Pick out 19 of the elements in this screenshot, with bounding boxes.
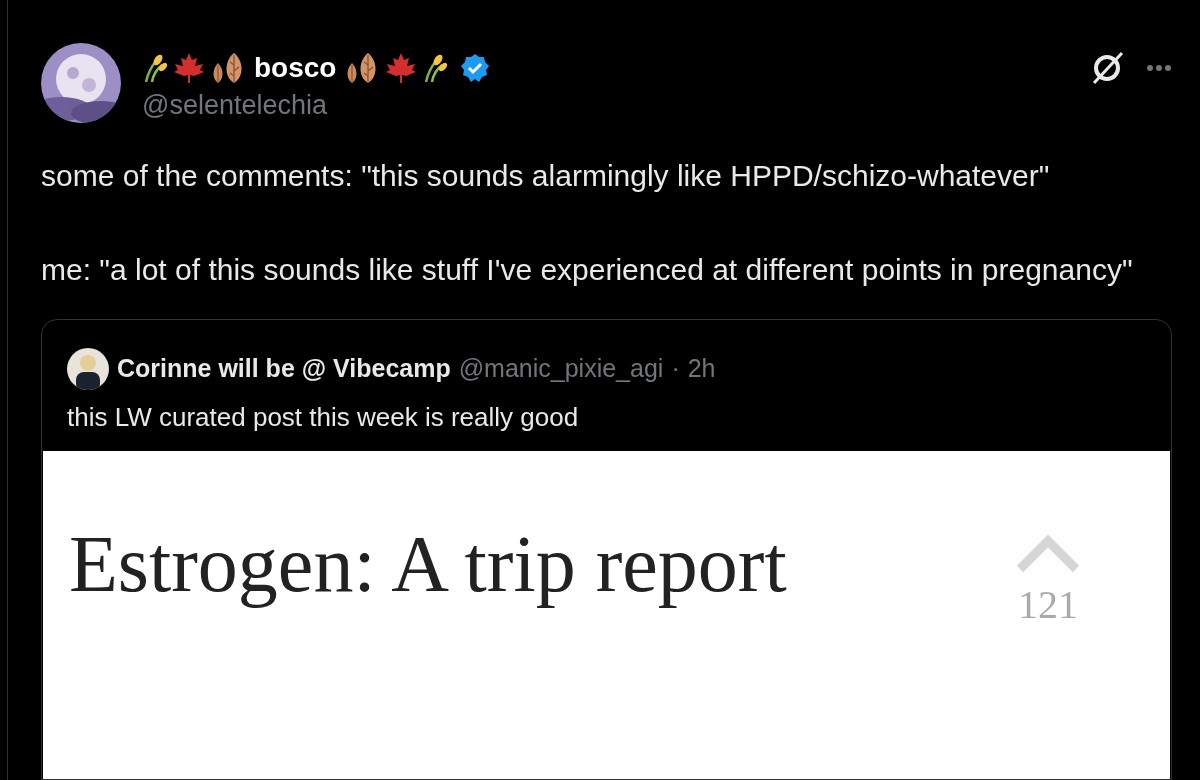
separator: · [671, 353, 680, 385]
corn-icon [422, 53, 449, 83]
post-text: me: "a lot of this sounds like stuff I've experienced at different points in pregnancy" [41, 252, 1134, 288]
quoted-time[interactable]: 2h [687, 350, 716, 388]
upvote-chevron-icon [1016, 535, 1080, 573]
preview-title: Estrogen: A trip report [69, 519, 787, 609]
quoted-display-name[interactable]: Corinne will be @ Vibecamp [117, 350, 451, 388]
link-preview-image[interactable]: Estrogen: A trip report 121 [43, 451, 1170, 779]
corn-icon [142, 53, 168, 83]
vote-count: 121 [1018, 583, 1078, 627]
quoted-post-card[interactable]: Corinne will be @ Vibecamp @manic_pixie_agi · 2h this LW curated post this week is really good Estrogen: A trip report 121 [41, 319, 1172, 780]
display-name[interactable]: bosco [254, 47, 337, 89]
quoted-handle[interactable]: @manic_pixie_agi [458, 350, 664, 388]
handle[interactable]: @selentelechia [142, 89, 491, 121]
quoted-text: this LW curated post this week is really good [66, 401, 580, 434]
post-text: some of the comments: "this sounds alarmingly like HPPD/schizo-whatever" [41, 158, 1051, 194]
maple-leaf-icon [172, 51, 206, 85]
avatar [67, 348, 109, 390]
more-icon[interactable] [1146, 64, 1172, 72]
